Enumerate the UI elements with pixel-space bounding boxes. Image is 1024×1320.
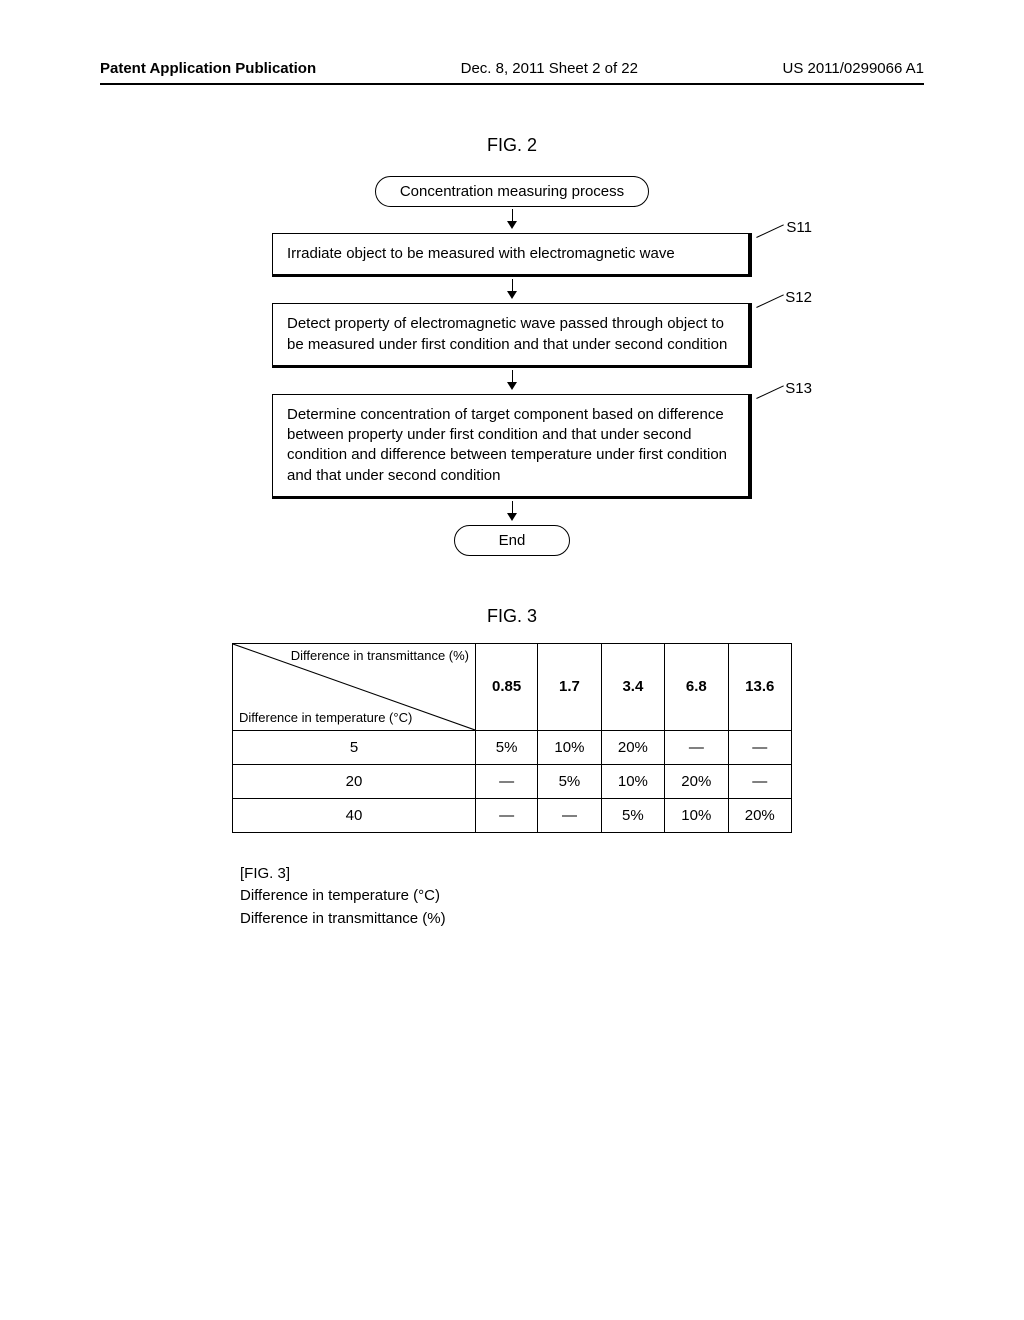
step-text: Determine concentration of target compon…	[272, 394, 752, 499]
cell: 20%	[665, 764, 728, 798]
cell: 5%	[538, 764, 601, 798]
page-header: Patent Application Publication Dec. 8, 2…	[100, 60, 924, 77]
figure-2: FIG. 2 Concentration measuring process S…	[272, 135, 752, 556]
fig3-table: Difference in transmittance (%) Differen…	[232, 643, 792, 833]
flow-step-s13: S13 Determine concentration of target co…	[272, 394, 752, 499]
diag-top-label: Difference in transmittance (%)	[291, 648, 469, 664]
figure-3: FIG. 3 Difference in transmittance (%) D…	[232, 606, 792, 833]
flow-end: End	[454, 525, 571, 556]
cell: —	[728, 764, 791, 798]
cell: 10%	[601, 764, 664, 798]
table-row: Difference in transmittance (%) Differen…	[233, 643, 792, 730]
col-header: 13.6	[728, 643, 791, 730]
cell: 20%	[601, 730, 664, 764]
diagonal-header: Difference in transmittance (%) Differen…	[233, 643, 476, 730]
cell: 10%	[538, 730, 601, 764]
fig3-label: FIG. 3	[232, 606, 792, 627]
flow-arrow-icon	[272, 501, 752, 523]
step-text: Irradiate object to be measured with ele…	[272, 233, 752, 277]
fig2-label: FIG. 2	[272, 135, 752, 156]
col-header: 1.7	[538, 643, 601, 730]
flow-step-s12: S12 Detect property of electromagnetic w…	[272, 303, 752, 368]
cell: 5%	[601, 798, 664, 832]
flow-start-text: Concentration measuring process	[400, 183, 624, 200]
cell: 10%	[665, 798, 728, 832]
cell: —	[538, 798, 601, 832]
header-left: Patent Application Publication	[100, 60, 316, 77]
diag-bottom-label: Difference in temperature (°C)	[239, 710, 412, 726]
flow-step-s11: S11 Irradiate object to be measured with…	[272, 233, 752, 277]
table-row: 40 — — 5% 10% 20%	[233, 798, 792, 832]
col-header: 3.4	[601, 643, 664, 730]
col-header: 0.85	[476, 643, 538, 730]
cell: —	[476, 764, 538, 798]
table-row: 5 5% 10% 20% — —	[233, 730, 792, 764]
footnote-line: Difference in temperature (°C)	[240, 885, 924, 908]
flow-start: Concentration measuring process	[375, 176, 649, 207]
cell: —	[728, 730, 791, 764]
cell: —	[665, 730, 728, 764]
col-header: 6.8	[665, 643, 728, 730]
cell: 5%	[476, 730, 538, 764]
flow-arrow-icon	[272, 279, 752, 301]
header-center: Dec. 8, 2011 Sheet 2 of 22	[461, 60, 638, 77]
step-tag: S11	[786, 219, 812, 236]
cell: —	[476, 798, 538, 832]
footnote-line: Difference in transmittance (%)	[240, 908, 924, 931]
flow-end-text: End	[499, 532, 526, 549]
row-label: 5	[233, 730, 476, 764]
header-right: US 2011/0299066 A1	[782, 60, 924, 77]
cell: 20%	[728, 798, 791, 832]
step-text: Detect property of electromagnetic wave …	[272, 303, 752, 368]
table-row: 20 — 5% 10% 20% —	[233, 764, 792, 798]
step-tag: S13	[785, 380, 812, 397]
header-rule	[100, 83, 924, 85]
flow-arrow-icon	[272, 370, 752, 392]
footnote-title: [FIG. 3]	[240, 863, 924, 886]
flow-arrow-icon	[272, 209, 752, 231]
fig3-footnote: [FIG. 3] Difference in temperature (°C) …	[240, 863, 924, 931]
step-tag: S12	[785, 289, 812, 306]
row-label: 20	[233, 764, 476, 798]
row-label: 40	[233, 798, 476, 832]
